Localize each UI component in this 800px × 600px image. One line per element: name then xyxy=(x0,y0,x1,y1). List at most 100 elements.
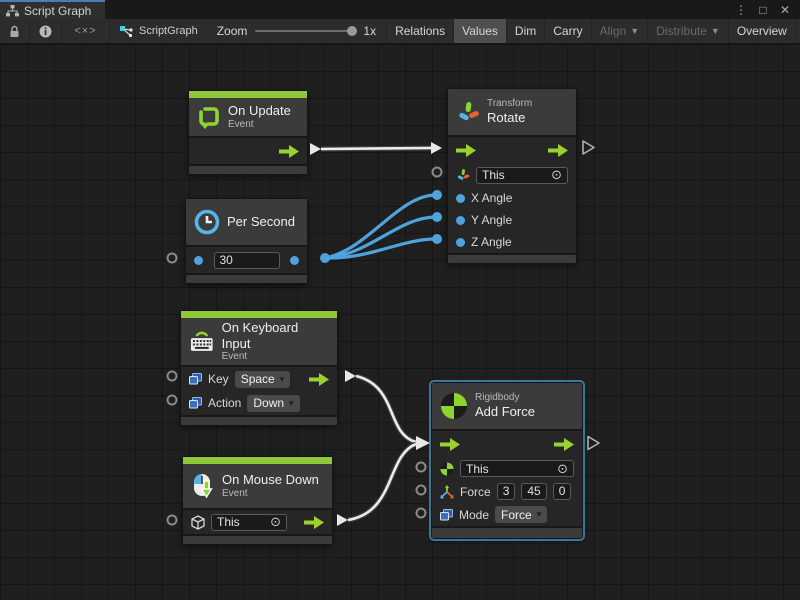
tab-script-graph[interactable]: Script Graph xyxy=(0,0,105,19)
flow-in-port[interactable] xyxy=(440,438,460,451)
node-footer xyxy=(448,253,576,263)
flow-out-port[interactable] xyxy=(279,145,299,158)
object-picker-icon[interactable]: ⊙ xyxy=(557,461,568,477)
flow-row xyxy=(448,137,576,163)
chevron-down-icon: ▼ xyxy=(630,26,639,36)
value-port[interactable] xyxy=(456,216,465,225)
node-transform-rotate[interactable]: Transform Rotate This xyxy=(447,88,577,264)
graph-toolbar: <×> ScriptGraph Zoom 1x Relations Values… xyxy=(0,19,800,44)
menu-kebab-icon[interactable]: ⋮ xyxy=(732,3,750,17)
relations-button[interactable]: Relations xyxy=(386,19,453,43)
node-rigidbody-add-force[interactable]: Rigidbody Add Force This xyxy=(431,382,583,539)
node-header: Per Second xyxy=(186,199,307,245)
value-port[interactable] xyxy=(456,194,465,203)
transform-icon xyxy=(456,100,480,124)
zoom-slider-handle[interactable] xyxy=(347,26,357,36)
code-icon: <×> xyxy=(74,25,96,37)
flow-out-port[interactable] xyxy=(548,144,568,157)
dim-button[interactable]: Dim xyxy=(506,19,544,43)
node-footer xyxy=(189,164,307,174)
this-row: This ⊙ xyxy=(183,508,332,534)
chevron-down-icon: ▼ xyxy=(711,26,720,36)
this-target-field[interactable]: This ⊙ xyxy=(211,514,287,531)
zoom-value: 1x xyxy=(363,24,376,38)
flow-out-port[interactable] xyxy=(304,516,324,529)
align-dropdown[interactable]: Align▼ xyxy=(591,19,648,43)
toolbar-buttons: Relations Values Dim Carry Align▼ Distri… xyxy=(386,19,800,43)
transform-mini-icon xyxy=(456,168,470,182)
object-picker-icon[interactable]: ⊙ xyxy=(551,167,562,183)
zoom-control: Zoom 1x xyxy=(207,24,386,38)
info-icon xyxy=(39,25,52,38)
node-on-keyboard-input[interactable]: On Keyboard Input Event Key Space▾ xyxy=(180,310,338,426)
overview-button[interactable]: Overview xyxy=(728,19,795,43)
node-footer xyxy=(183,534,332,544)
flow-in-port[interactable] xyxy=(456,144,476,157)
force-x-input[interactable]: 3 xyxy=(497,483,516,500)
node-subtitle: Event xyxy=(222,351,329,363)
enum-icon xyxy=(189,373,202,385)
close-icon[interactable]: ✕ xyxy=(776,3,794,17)
carry-button[interactable]: Carry xyxy=(544,19,590,43)
node-title: On Keyboard Input xyxy=(222,320,329,351)
flow-out-port[interactable] xyxy=(554,438,574,451)
node-footer xyxy=(186,273,307,283)
force-row: Force 3 45 0 xyxy=(432,480,582,503)
port-row-x-angle: X Angle xyxy=(448,187,576,209)
values-button[interactable]: Values xyxy=(453,19,506,43)
event-bar xyxy=(181,311,337,318)
tab-bar: Script Graph ⋮ □ ✕ xyxy=(0,0,800,19)
force-y-input[interactable]: 45 xyxy=(521,483,546,500)
connections-layer xyxy=(0,44,800,600)
node-subtitle: Event xyxy=(228,119,291,131)
graph-canvas[interactable]: On Update Event Transform Rotate xyxy=(0,44,800,600)
node-body: This ⊙ Force 3 45 0 xyxy=(432,429,582,526)
flow-out-port[interactable] xyxy=(309,373,329,386)
node-header: Transform Rotate xyxy=(448,89,576,135)
key-dropdown[interactable]: Space▾ xyxy=(235,371,291,388)
info-button[interactable] xyxy=(30,19,62,43)
graph-hierarchy-icon xyxy=(6,5,19,17)
per-second-input[interactable]: 30 xyxy=(214,252,280,269)
this-target-field[interactable]: This ⊙ xyxy=(460,460,574,477)
flow-row xyxy=(189,136,307,164)
node-title: Rotate xyxy=(487,110,532,126)
node-category: Transform xyxy=(487,98,532,110)
value-out-port[interactable] xyxy=(290,256,299,265)
value-row: 30 xyxy=(186,245,307,273)
mode-dropdown[interactable]: Force▾ xyxy=(495,506,547,523)
event-bar xyxy=(189,91,307,98)
mode-row: Mode Force▾ xyxy=(432,503,582,526)
maximize-icon[interactable]: □ xyxy=(754,3,772,17)
chevron-down-icon: ▾ xyxy=(280,374,285,385)
key-label: Key xyxy=(208,372,229,386)
node-header: On Keyboard Input Event xyxy=(181,318,337,365)
distribute-dropdown[interactable]: Distribute▼ xyxy=(647,19,728,43)
node-on-update[interactable]: On Update Event xyxy=(188,90,308,175)
this-target-field[interactable]: This ⊙ xyxy=(476,167,568,184)
full-screen-button[interactable]: Full Screen xyxy=(795,19,800,43)
node-category: Rigidbody xyxy=(475,392,535,404)
event-bar xyxy=(183,457,332,464)
node-title: On Update xyxy=(228,103,291,119)
node-header: Rigidbody Add Force xyxy=(432,383,582,429)
node-on-mouse-down[interactable]: On Mouse Down Event This ⊙ xyxy=(182,456,333,545)
code-toggle-button[interactable]: <×> xyxy=(62,19,110,43)
port-row-z-angle: Z Angle xyxy=(448,231,576,253)
node-per-second[interactable]: Per Second 30 xyxy=(185,198,308,284)
window-controls: ⋮ □ ✕ xyxy=(732,0,800,19)
zoom-slider[interactable] xyxy=(255,30,355,32)
action-label: Action xyxy=(208,396,241,410)
lock-button[interactable] xyxy=(0,19,30,43)
this-row: This ⊙ xyxy=(432,457,582,480)
force-z-input[interactable]: 0 xyxy=(553,483,572,500)
this-row: This ⊙ xyxy=(448,163,576,187)
enum-icon xyxy=(189,397,202,409)
node-body: This ⊙ X Angle Y Angle Z Angle xyxy=(448,135,576,253)
value-in-port[interactable] xyxy=(194,256,203,265)
on-update-icon xyxy=(197,105,221,129)
value-port[interactable] xyxy=(456,238,465,247)
object-picker-icon[interactable]: ⊙ xyxy=(270,514,281,530)
action-dropdown[interactable]: Down▾ xyxy=(247,395,299,412)
graph-breadcrumb[interactable]: ScriptGraph xyxy=(110,19,207,43)
